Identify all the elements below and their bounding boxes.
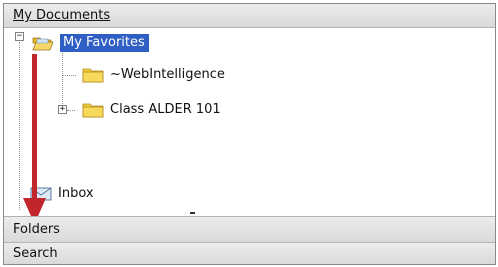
expand-toggle[interactable]: + bbox=[58, 105, 67, 114]
tree-node-webintelligence[interactable]: ~WebIntelligence bbox=[82, 66, 225, 83]
search-header[interactable]: Search bbox=[4, 243, 495, 264]
red-down-arrow-icon bbox=[23, 54, 46, 224]
folder-icon bbox=[82, 103, 104, 118]
folders-label: Folders bbox=[13, 222, 60, 237]
tree-line bbox=[67, 110, 75, 111]
folder-tree: − My Favorites ~WebIntelligence + Class … bbox=[4, 28, 495, 216]
tree-node-class-alder-101[interactable]: Class ALDER 101 bbox=[82, 101, 221, 118]
documents-panel: My Documents − My Favorites ~WebIntellig… bbox=[3, 3, 496, 265]
collapse-toggle[interactable]: − bbox=[15, 32, 24, 41]
my-documents-label: My Documents bbox=[13, 8, 111, 23]
my-favorites-label: My Favorites bbox=[60, 34, 149, 52]
tree-line bbox=[19, 42, 20, 210]
folder-icon bbox=[82, 68, 104, 83]
tree-node-my-favorites[interactable]: My Favorites bbox=[32, 34, 149, 52]
open-folder-icon bbox=[32, 37, 54, 50]
folders-header[interactable]: Folders bbox=[4, 216, 495, 243]
divider-mark bbox=[190, 212, 195, 214]
class-alder-101-label: Class ALDER 101 bbox=[110, 102, 221, 117]
search-label: Search bbox=[13, 246, 58, 261]
inbox-label: Inbox bbox=[58, 186, 94, 201]
webintelligence-label: ~WebIntelligence bbox=[110, 67, 225, 82]
tree-line bbox=[62, 48, 63, 110]
my-documents-header[interactable]: My Documents bbox=[4, 4, 495, 28]
tree-line bbox=[62, 75, 76, 76]
